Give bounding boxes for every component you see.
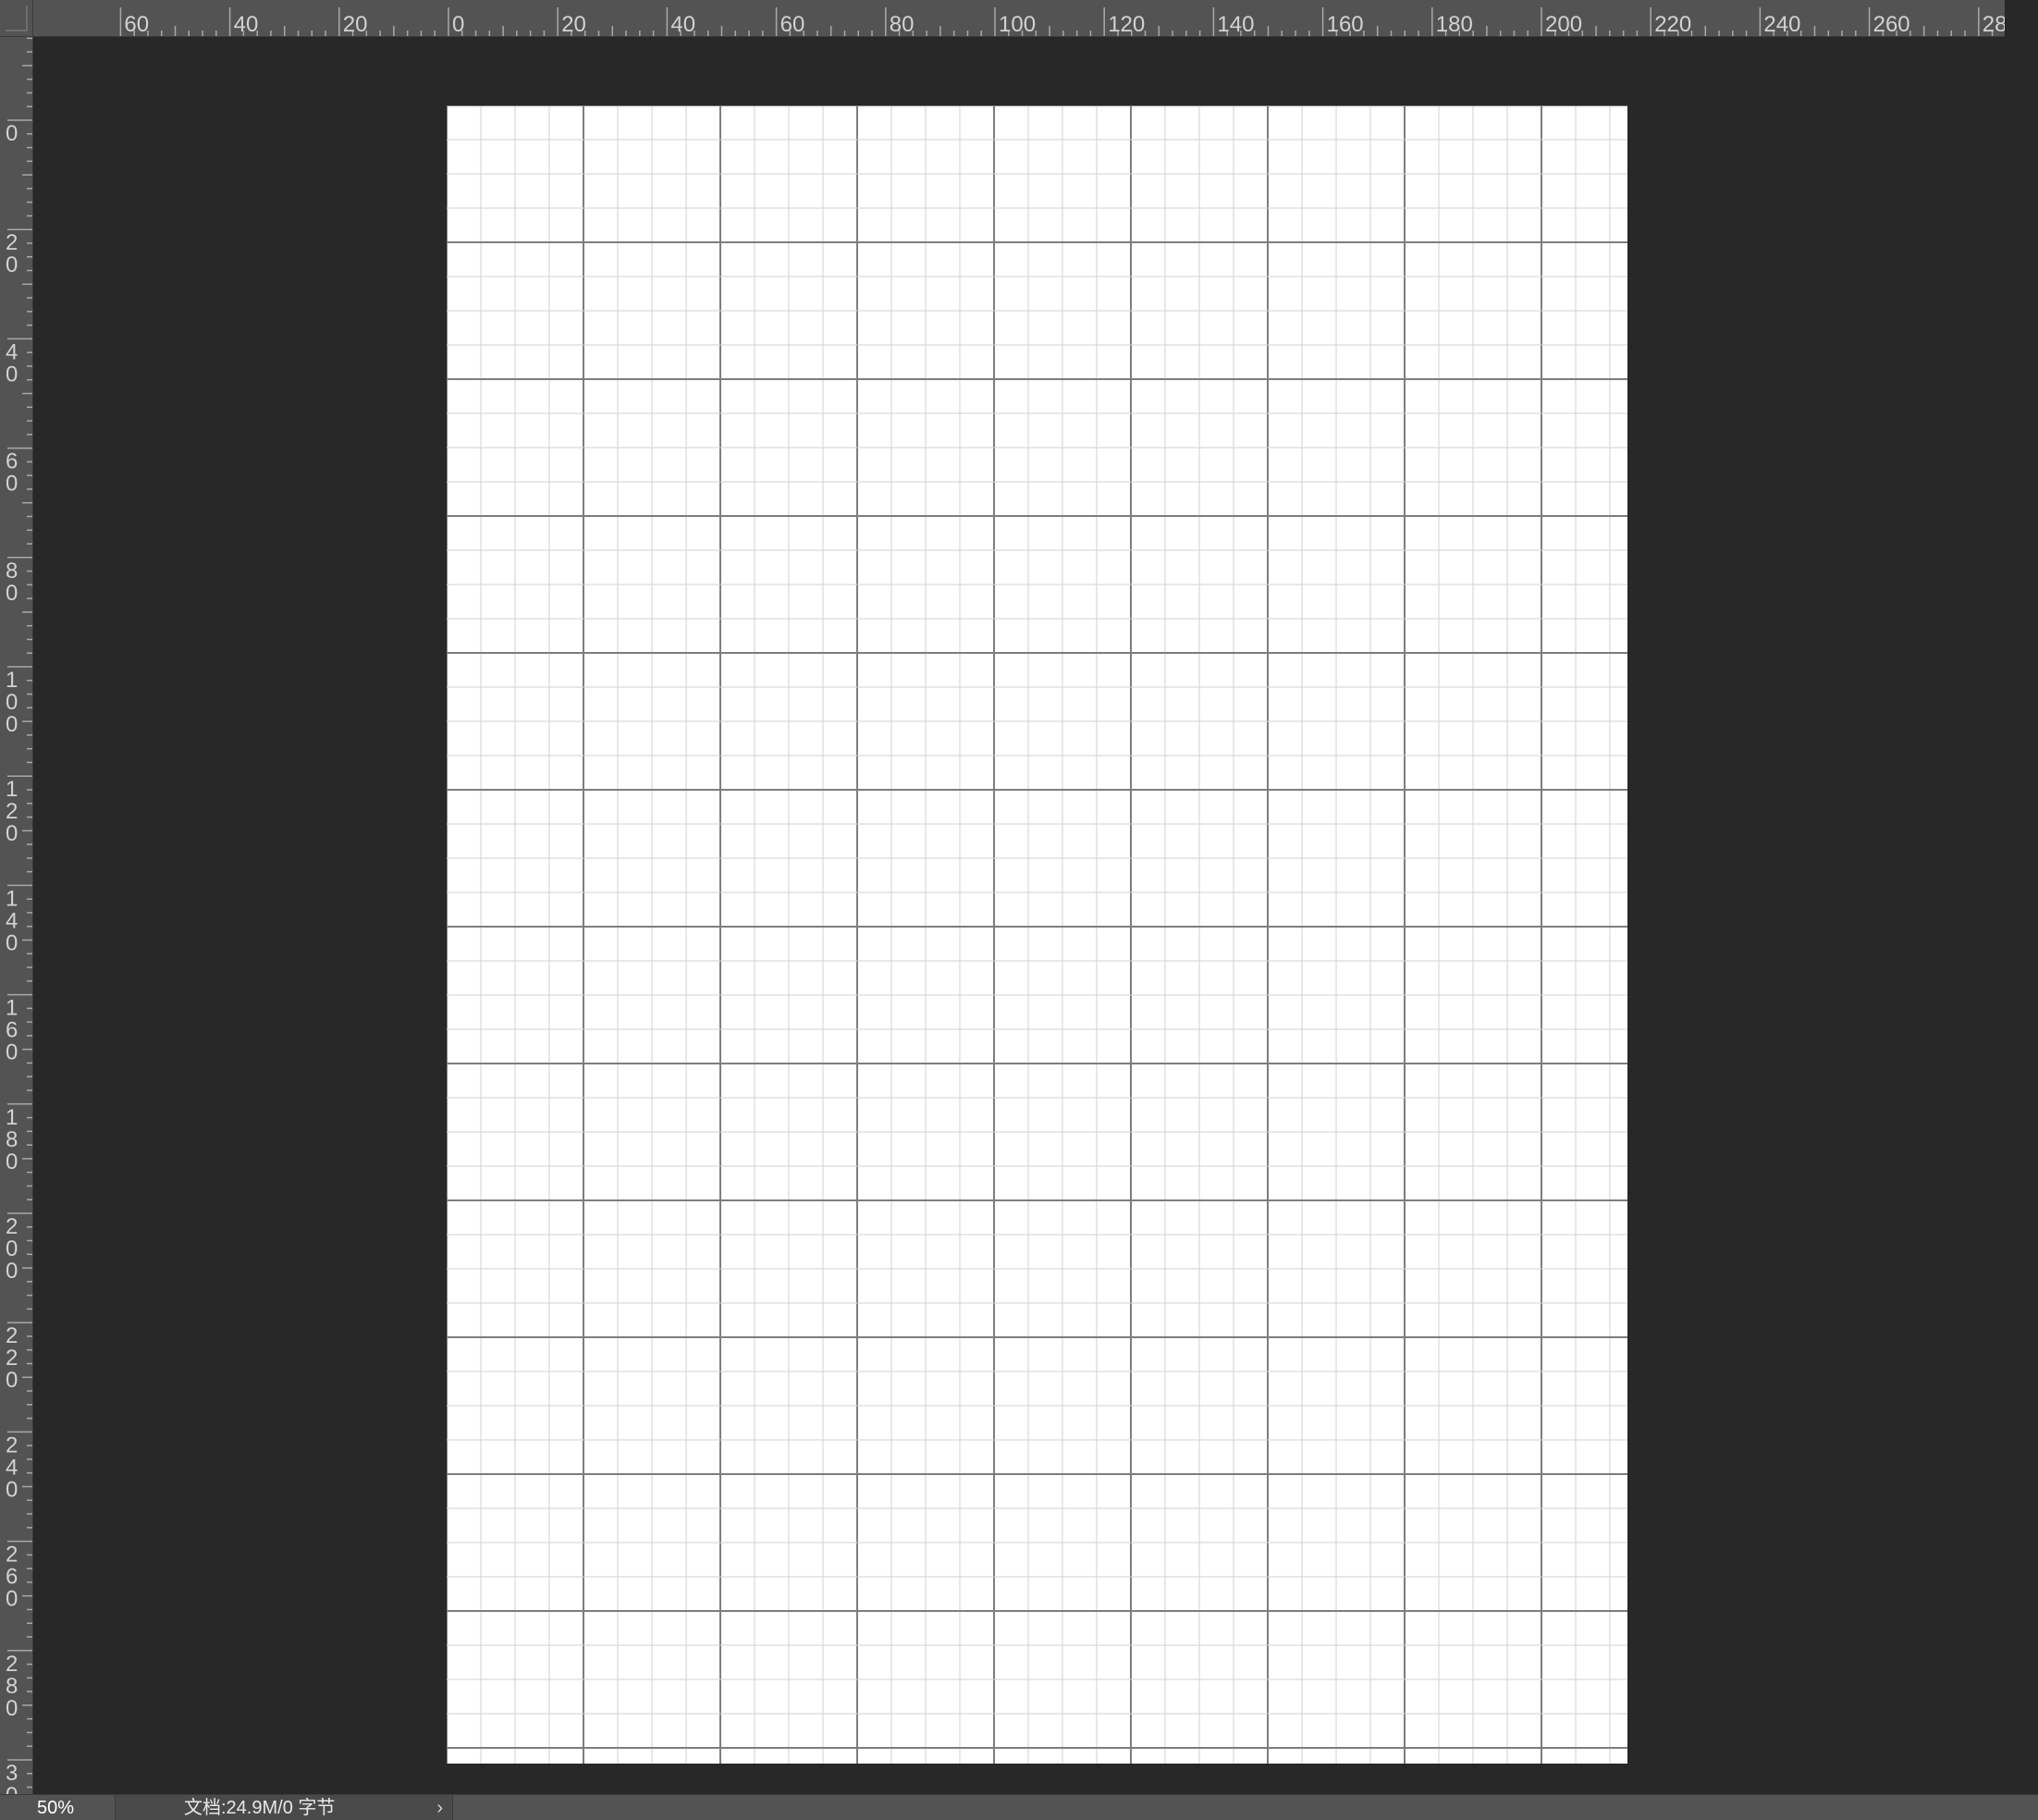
ruler-label: 0: [6, 1477, 18, 1502]
ruler-label: 100: [999, 12, 1036, 37]
vertical-ruler[interactable]: 0204060801001201401601802002202402602803…: [0, 37, 33, 1794]
ruler-label: 0: [6, 1150, 18, 1174]
ruler-origin-icon: [6, 6, 28, 31]
ruler-label: 220: [1654, 12, 1691, 37]
ruler-label: 6: [6, 449, 18, 474]
zoom-level-field[interactable]: 50%: [37, 1797, 111, 1819]
document-canvas[interactable]: [447, 105, 1627, 1764]
ruler-label: 180: [1436, 12, 1473, 37]
ruler-label: 1: [6, 777, 18, 802]
horizontal-ruler[interactable]: 60 40 20 0 20 40 60 80 100 120 140 160 180 200 220 240 2…: [33, 0, 2005, 37]
document-size-info: 文档:24.9M/0 字节: [184, 1798, 336, 1818]
ruler-label: 0: [6, 690, 18, 715]
ruler-label: 0: [6, 581, 18, 606]
ruler-label: 1: [6, 886, 18, 911]
ruler-label: 80: [890, 12, 915, 37]
photoshop-window: 60 40 20 0 20 40 60 80 100 120 140 160 180 200 220 240 2…: [0, 0, 2038, 1820]
ruler-label: 20: [561, 12, 586, 37]
ruler-label: 40: [670, 12, 695, 37]
ruler-label: 1: [6, 1105, 18, 1130]
ruler-label: 2: [6, 799, 18, 824]
ruler-label: 1: [6, 996, 18, 1021]
ruler-label: 240: [1763, 12, 1800, 37]
ruler-label: 4: [6, 908, 18, 933]
ruler-label: 0: [6, 472, 18, 497]
ruler-label: 2: [6, 1214, 18, 1239]
ruler-label: 200: [1545, 12, 1582, 37]
ruler-label: 120: [1108, 12, 1145, 37]
ruler-end-spacer: [2005, 0, 2038, 1794]
canvas-workspace[interactable]: [33, 37, 2005, 1794]
document-grid: [447, 105, 1627, 1764]
ruler-label: 2: [6, 1652, 18, 1677]
horizontal-ruler-scale: 60 40 20 0 20 40 60 80 100 120 140 160 180 200 220 240 2…: [119, 7, 2005, 37]
ruler-label: 6: [6, 1565, 18, 1590]
ruler-label: 0: [6, 1783, 18, 1794]
ruler-label: 60: [124, 12, 149, 37]
ruler-label: 8: [6, 1127, 18, 1152]
ruler-label: 8: [6, 1674, 18, 1699]
ruler-label: 0: [6, 712, 18, 737]
ruler-label: 260: [1873, 12, 1910, 37]
ruler-label: 0: [6, 1696, 18, 1721]
ruler-label: 0: [452, 12, 464, 37]
ruler-label: 4: [6, 339, 18, 364]
ruler-label: 28: [1983, 12, 2005, 37]
vertical-ruler-scale: 0204060801001201401601802002202402602803…: [6, 37, 32, 1794]
ruler-label: 0: [6, 1236, 18, 1261]
ruler-label: 60: [780, 12, 805, 37]
ruler-origin-corner[interactable]: [0, 0, 33, 37]
ruler-label: 2: [6, 1346, 18, 1371]
ruler-label: 0: [6, 930, 18, 955]
ruler-label: 0: [6, 1587, 18, 1612]
ruler-label: 2: [6, 1323, 18, 1348]
ruler-label: 8: [6, 559, 18, 584]
chevron-right-icon[interactable]: ›: [436, 1797, 443, 1819]
ruler-label: 0: [6, 1040, 18, 1065]
ruler-label: 2: [6, 230, 18, 255]
ruler-label: 0: [6, 362, 18, 387]
ruler-label: 0: [6, 252, 18, 277]
ruler-label: 2: [6, 1543, 18, 1568]
ruler-label: 40: [234, 12, 259, 37]
document-info-panel[interactable]: 文档:24.9M/0 字节 ›: [115, 1795, 453, 1820]
ruler-label: 0: [6, 1259, 18, 1284]
ruler-label: 160: [1327, 12, 1364, 37]
ruler-label: 20: [343, 12, 368, 37]
ruler-label: 0: [6, 121, 18, 146]
ruler-label: 140: [1217, 12, 1254, 37]
ruler-label: 2: [6, 1433, 18, 1457]
ruler-label: 0: [6, 821, 18, 846]
ruler-label: 1: [6, 668, 18, 693]
ruler-label: 6: [6, 1018, 18, 1043]
ruler-label: 0: [6, 1368, 18, 1393]
ruler-label: 4: [6, 1455, 18, 1480]
status-bar: 50% 文档:24.9M/0 字节 ›: [0, 1794, 2038, 1820]
ruler-label: 3: [6, 1761, 18, 1786]
